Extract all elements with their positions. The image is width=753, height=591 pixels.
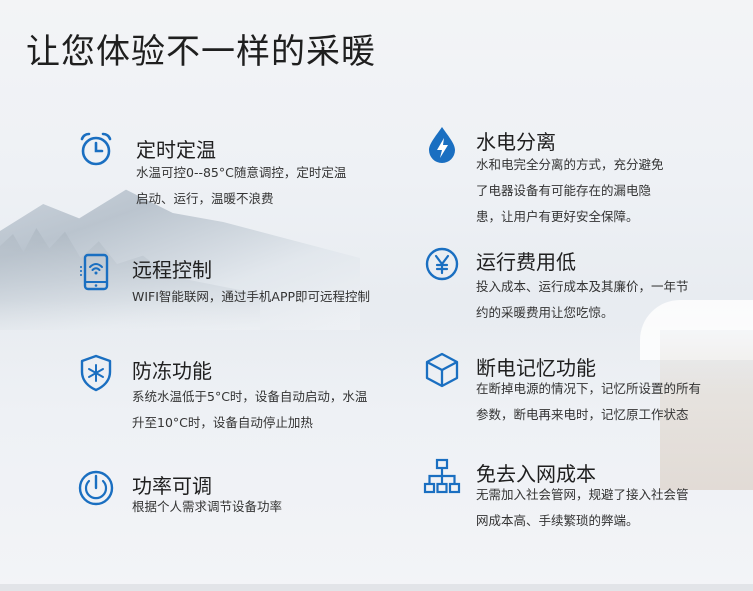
cube-icon (422, 350, 462, 390)
feature-description-line: 系统水温低于5°C时，设备自动启动，水温 (132, 389, 368, 404)
feature-remote-control: 远程控制 WIFI智能联网，通过手机APP即可远程控制 (76, 252, 416, 312)
feature-description: 根据个人需求调节设备功率 (132, 494, 282, 520)
feature-water-electric-separation: 水电分离 水和电完全分离的方式，充分避免 了电器设备有可能存在的漏电隐 患，让用… (422, 124, 742, 224)
feature-title: 防冻功能 (132, 359, 212, 383)
feature-description: 水温可控0--85°C随意调控，定时定温 启动、运行，温暖不浪费 (136, 160, 346, 212)
feature-description-line: 参数，断电再来电时，记忆原工作状态 (476, 407, 689, 422)
feature-description: 投入成本、运行成本及其廉价，一年节 约的采暖费用让您吃惊。 (476, 274, 689, 326)
feature-power-off-memory: 断电记忆功能 在断掉电源的情况下，记忆所设置的所有 参数，断电再来电时，记忆原工… (422, 350, 742, 430)
feature-description-line: 在断掉电源的情况下，记忆所设置的所有 (476, 381, 702, 396)
feature-title: 运行费用低 (476, 250, 576, 274)
feature-description: 水和电完全分离的方式，充分避免 了电器设备有可能存在的漏电隐 患，让用户有更好安… (476, 152, 664, 230)
feature-description-line: 根据个人需求调节设备功率 (132, 499, 283, 514)
feature-description-line: 网成本高、手续繁琐的弊端。 (476, 513, 639, 528)
lightning-drop-icon (422, 124, 462, 164)
feature-description-line: 启动、运行，温暖不浪费 (136, 191, 274, 206)
yen-coin-icon (422, 244, 462, 284)
feature-description-line: 患，让用户有更好安全保障。 (476, 209, 639, 224)
feature-description-line: 水温可控0--85°C随意调控，定时定温 (136, 165, 347, 180)
feature-description-line: 水和电完全分离的方式，充分避免 (476, 157, 664, 172)
feature-antifreeze: 防冻功能 系统水温低于5°C时，设备自动启动，水温 升至10°C时，设备自动停止… (76, 353, 416, 443)
page: 让您体验不一样的采暖 定时定温 水温可控0--85°C随意调控，定时定温 启动、… (0, 0, 753, 591)
power-dial-icon (76, 468, 116, 508)
page-title: 让您体验不一样的采暖 (26, 32, 376, 72)
snowflake-shield-icon (76, 353, 116, 393)
feature-description: 在断掉电源的情况下，记忆所设置的所有 参数，断电再来电时，记忆原工作状态 (476, 376, 701, 428)
feature-description: 无需加入社会管网，规避了接入社会管 网成本高、手续繁琐的弊端。 (476, 482, 689, 534)
feature-description-line: WIFI智能联网，通过手机APP即可远程控制 (132, 289, 371, 304)
feature-low-running-cost: 运行费用低 投入成本、运行成本及其廉价，一年节 约的采暖费用让您吃惊。 (422, 244, 742, 324)
alarm-clock-icon (76, 130, 116, 170)
feature-description: WIFI智能联网，通过手机APP即可远程控制 (132, 284, 370, 310)
network-tree-icon (422, 456, 462, 496)
feature-title: 远程控制 (132, 258, 212, 282)
feature-description-line: 投入成本、运行成本及其廉价，一年节 (476, 279, 689, 294)
feature-no-network-cost: 免去入网成本 无需加入社会管网，规避了接入社会管 网成本高、手续繁琐的弊端。 (422, 456, 742, 536)
bottom-divider (0, 584, 753, 591)
feature-title: 水电分离 (476, 130, 556, 154)
feature-adjustable-power: 功率可调 根据个人需求调节设备功率 (76, 468, 416, 528)
remote-phone-icon (76, 252, 116, 292)
feature-description-line: 约的采暖费用让您吃惊。 (476, 305, 614, 320)
feature-description: 系统水温低于5°C时，设备自动启动，水温 升至10°C时，设备自动停止加热 (132, 384, 367, 436)
feature-description-line: 了电器设备有可能存在的漏电隐 (476, 183, 652, 198)
feature-description-line: 升至10°C时，设备自动停止加热 (132, 415, 313, 430)
feature-description-line: 无需加入社会管网，规避了接入社会管 (476, 487, 689, 502)
feature-timed-temperature: 定时定温 水温可控0--85°C随意调控，定时定温 启动、运行，温暖不浪费 (76, 130, 406, 220)
feature-title: 定时定温 (136, 138, 216, 162)
